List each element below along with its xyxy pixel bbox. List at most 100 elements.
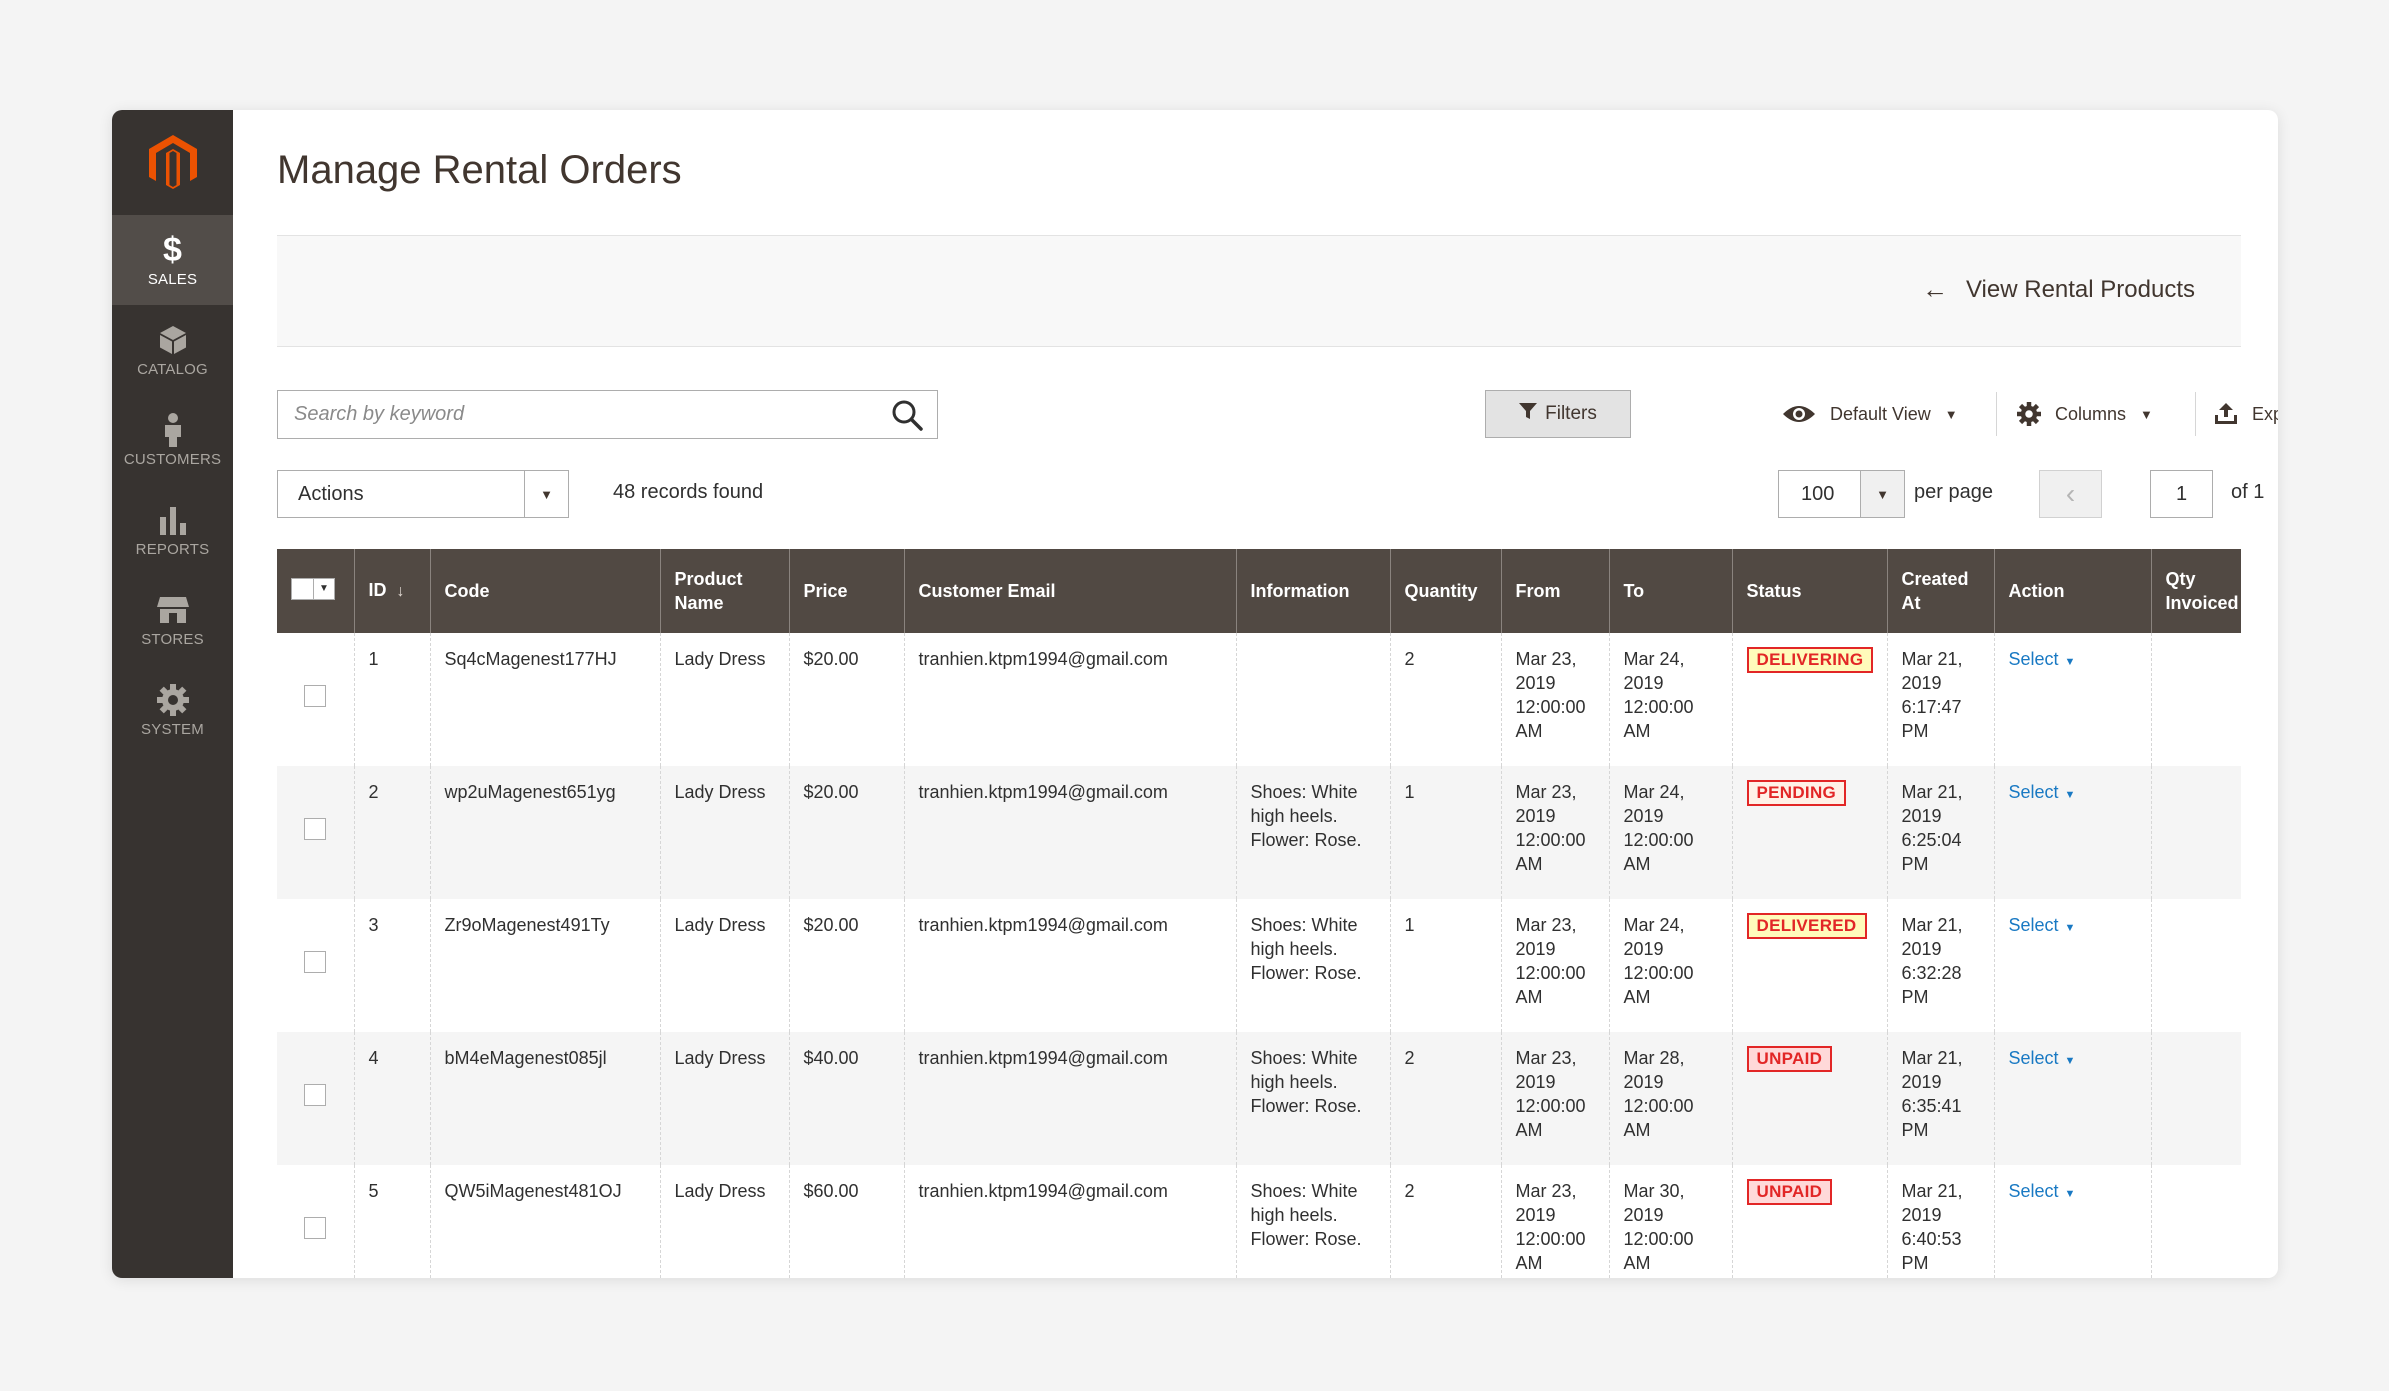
row-action-select[interactable]: Select ▼ [2009, 915, 2076, 935]
cell-action: Select ▼ [1993, 1165, 2151, 1278]
sidebar-item-catalog[interactable]: CATALOG [112, 305, 233, 395]
cell-price: $20.00 [788, 766, 904, 899]
cell-created-at: Mar 21, 2019 6:35:41 PM [1886, 1032, 1994, 1165]
row-action-select[interactable]: Select ▼ [2009, 1181, 2076, 1201]
person-icon [162, 412, 184, 447]
row-action-select[interactable]: Select ▼ [2009, 782, 2076, 802]
sidebar-item-customers[interactable]: CUSTOMERS [112, 395, 233, 485]
column-header-quantity[interactable]: Quantity [1389, 549, 1501, 633]
cell-customer-email: tranhien.ktpm1994@gmail.com [903, 633, 1236, 766]
columns-dropdown[interactable]: Columns ▼ [2017, 390, 2153, 438]
admin-window: $ SALES CATALOG CUSTOMERS REPORTS STORES… [112, 110, 2278, 1278]
column-header-created-at[interactable]: Created At [1886, 549, 1994, 633]
row-checkbox[interactable] [304, 685, 327, 707]
previous-page-button[interactable]: ‹ [2039, 470, 2102, 518]
mass-select-header: ▼ [277, 549, 354, 633]
status-badge: UNPAID [1746, 1179, 1833, 1205]
row-action-select[interactable]: Select ▼ [2009, 649, 2076, 669]
cell-qty-invoiced [2150, 766, 2241, 899]
row-action-label: Select [2008, 1048, 2059, 1068]
cell-customer-email: tranhien.ktpm1994@gmail.com [903, 1165, 1236, 1278]
per-page-value: 100 [1801, 483, 1835, 505]
cell-from: Mar 23, 2019 12:00:00 AM [1500, 1032, 1609, 1165]
column-header-product-name[interactable]: Product Name [659, 549, 789, 633]
toolbar-divider [1996, 392, 1997, 436]
column-header-from[interactable]: From [1500, 549, 1609, 633]
magento-logo[interactable] [112, 110, 233, 215]
row-checkbox[interactable] [304, 818, 327, 840]
cell-qty-invoiced [2150, 1165, 2241, 1278]
sidebar-item-label: CATALOG [137, 360, 208, 378]
columns-label: Columns [2055, 403, 2127, 424]
cell-customer-email: tranhien.ktpm1994@gmail.com [903, 899, 1236, 1032]
cell-from: Mar 23, 2019 12:00:00 AM [1500, 633, 1609, 766]
cell-action: Select ▼ [1993, 899, 2151, 1032]
column-header-information[interactable]: Information [1235, 549, 1390, 633]
row-checkbox[interactable] [304, 1217, 327, 1239]
cell-price: $40.00 [788, 1032, 904, 1165]
sidebar-item-reports[interactable]: REPORTS [112, 485, 233, 575]
row-select-cell [277, 1165, 354, 1278]
column-header-to[interactable]: To [1608, 549, 1732, 633]
bar-chart-icon [158, 503, 188, 537]
cell-from: Mar 23, 2019 12:00:00 AM [1500, 899, 1609, 1032]
column-header-id[interactable]: ID ↓ [353, 549, 430, 633]
column-header-status[interactable]: Status [1731, 549, 1887, 633]
cell-to: Mar 24, 2019 12:00:00 AM [1608, 899, 1732, 1032]
view-rental-products-button[interactable]: ← View Rental Products [1922, 274, 2195, 305]
column-header-qty-invoiced[interactable]: Qty Invoiced [2150, 549, 2241, 633]
mass-actions-select[interactable]: Actions ▼ [277, 470, 569, 518]
cell-information [1235, 633, 1390, 766]
default-view-label: Default View [1830, 403, 1931, 424]
main-content: Manage Rental Orders ← View Rental Produ… [233, 110, 2278, 1278]
cell-id: 1 [353, 633, 430, 766]
total-pages-label: of 1 [2231, 481, 2265, 503]
table-row: 3 Zr9oMagenest491Ty Lady Dress $20.00 tr… [277, 899, 2241, 1032]
column-header-code[interactable]: Code [429, 549, 660, 633]
row-select-cell [277, 633, 354, 766]
current-page-input[interactable] [2150, 470, 2213, 518]
caret-down-icon: ▼ [2064, 789, 2076, 801]
caret-down-icon: ▼ [524, 471, 568, 517]
filters-button[interactable]: Filters [1485, 390, 1631, 438]
magento-logo-icon [148, 134, 197, 189]
column-header-price[interactable]: Price [788, 549, 904, 633]
sidebar-item-label: CUSTOMERS [123, 450, 222, 468]
cell-price: $20.00 [788, 633, 904, 766]
sidebar-item-label: STORES [141, 630, 204, 648]
per-page-select[interactable]: 100 ▼ [1778, 470, 1905, 518]
sidebar-item-stores[interactable]: STORES [112, 575, 233, 665]
table-row: 1 Sq4cMagenest177HJ Lady Dress $20.00 tr… [277, 633, 2241, 766]
per-page-label: per page [1914, 481, 1993, 503]
caret-down-icon: ▼ [2064, 1188, 2076, 1200]
row-checkbox[interactable] [304, 1084, 327, 1106]
caret-down-icon: ▼ [2140, 406, 2153, 422]
sidebar-item-system[interactable]: SYSTEM [112, 665, 233, 755]
records-found-count: 48 records found [613, 481, 764, 503]
cell-quantity: 1 [1389, 899, 1501, 1032]
row-action-label: Select [2008, 782, 2059, 802]
table-row: 5 QW5iMagenest481OJ Lady Dress $60.00 tr… [277, 1165, 2241, 1278]
cell-information: Shoes: White high heels. Flower: Rose. [1235, 766, 1390, 899]
column-header-customer-email[interactable]: Customer Email [903, 549, 1236, 633]
cell-status: PENDING [1731, 766, 1887, 899]
table-row: 2 wp2uMagenest651yg Lady Dress $20.00 tr… [277, 766, 2241, 899]
cell-price: $60.00 [788, 1165, 904, 1278]
cell-code: Sq4cMagenest177HJ [429, 633, 660, 766]
search-input[interactable] [278, 391, 858, 438]
export-dropdown[interactable]: Export ▼ [2214, 390, 2278, 438]
toolbar-divider [2195, 392, 2196, 436]
caret-down-icon: ▼ [319, 582, 329, 594]
row-action-select[interactable]: Select ▼ [2009, 1048, 2076, 1068]
mass-select-checkbox[interactable]: ▼ [291, 577, 335, 600]
cell-quantity: 2 [1389, 1165, 1501, 1278]
search-icon[interactable] [891, 399, 923, 431]
sidebar-item-sales[interactable]: $ SALES [112, 215, 233, 305]
row-checkbox[interactable] [304, 951, 327, 973]
chevron-left-icon: ‹ [2065, 478, 2076, 509]
default-view-dropdown[interactable]: Default View ▼ [1782, 390, 1958, 438]
table-row: 4 bM4eMagenest085jl Lady Dress $40.00 tr… [277, 1032, 2241, 1165]
column-header-action: Action [1993, 549, 2151, 633]
sidebar-item-label: SYSTEM [141, 720, 204, 738]
cell-status: UNPAID [1731, 1165, 1887, 1278]
